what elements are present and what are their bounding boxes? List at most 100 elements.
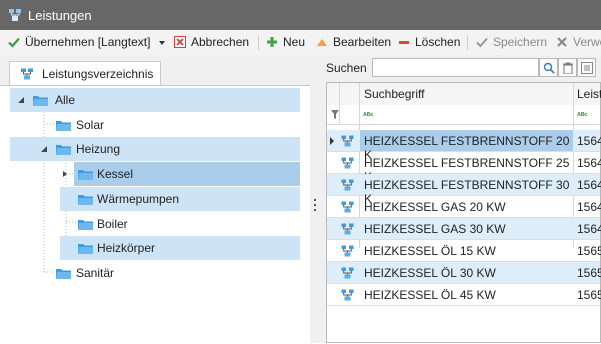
abbrechen-button[interactable]: Abbrechen (174, 30, 254, 55)
tree-node-kessel-container: Kessel (60, 162, 300, 186)
dropdown-arrow-icon[interactable] (158, 40, 166, 46)
clear-search-button[interactable] (558, 58, 577, 77)
column-header-suchbegriff[interactable]: Suchbegriff (364, 87, 425, 101)
trash-icon (563, 62, 573, 74)
expanded-arrow-icon[interactable] (17, 96, 25, 104)
table-row[interactable]: HEIZKESSEL FESTBRENNSTOFF 30 K 15647 (327, 174, 601, 206)
folder-icon (78, 220, 93, 230)
plus-icon (267, 37, 277, 47)
cell-text: HEIZKESSEL ÖL 30 KW (364, 266, 496, 280)
tree-label: Kessel (97, 167, 134, 181)
cell-leistung: 15648 (574, 196, 601, 217)
service-item-icon (341, 135, 354, 147)
tree-label: Boiler (97, 217, 128, 231)
cell-text: HEIZKESSEL GAS 30 KW (364, 222, 506, 236)
cell-text: 15645 (577, 134, 601, 148)
loeschen-button[interactable]: Löschen (398, 30, 462, 55)
verwerfen-button[interactable]: Verwe (556, 30, 601, 55)
folder-icon (56, 145, 71, 155)
service-item-icon (341, 289, 354, 301)
tab-label: Leistungsverzeichnis (42, 67, 154, 81)
tree-node-heizung[interactable]: Heizung (10, 137, 300, 161)
tree-label: Wärmepumpen (97, 192, 180, 206)
edit-triangle-icon (317, 39, 327, 46)
results-grid: Suchbegriff Leistu ᴬᴮᶜ ᴬᴮᶜ HEIZKESSEL FE… (326, 82, 601, 343)
text-filter-icon[interactable]: ᴬᴮᶜ (577, 111, 588, 120)
minus-icon (399, 41, 409, 44)
cell-leistung: 15654 (574, 262, 601, 283)
cell-text: 15646 (577, 156, 601, 170)
tree-node-solar[interactable]: Solar (10, 113, 300, 137)
cell-text: HEIZKESSEL ÖL 45 KW (364, 288, 496, 302)
cell-text: 15648 (577, 200, 601, 214)
tree-node-kessel[interactable]: Kessel (74, 162, 300, 186)
cell-leistung: 15646 (574, 152, 601, 173)
cell-text: 15647 (577, 178, 601, 192)
cell-text: 15653 (577, 244, 601, 258)
panel-splitter[interactable] (310, 55, 320, 343)
expanded-arrow-icon[interactable] (40, 145, 48, 153)
text-filter-icon[interactable]: ᴬᴮᶜ (363, 111, 374, 120)
verwerfen-label: Verwe (573, 35, 601, 49)
search-input[interactable] (372, 58, 539, 77)
search-icon (543, 62, 555, 74)
search-button[interactable] (539, 58, 558, 77)
folder-icon (56, 269, 71, 279)
bearbeiten-button[interactable]: Bearbeiten (316, 30, 392, 55)
table-row[interactable]: HEIZKESSEL FESTBRENNSTOFF 20 K 15645 (327, 130, 601, 162)
close-icon (557, 37, 567, 47)
table-row[interactable]: HEIZKESSEL GAS 30 KW 15649 (327, 218, 601, 240)
tree-label: Heizkörper (97, 241, 156, 255)
tree-node-waermepumpen[interactable]: Wärmepumpen (60, 187, 300, 211)
column-divider (339, 83, 340, 124)
cell-leistung: 15645 (574, 130, 601, 151)
tree-label: Heizung (76, 142, 121, 156)
collapsed-arrow-icon[interactable] (61, 170, 69, 178)
toolbar-divider (467, 35, 468, 50)
tree-panel: Alle Solar Heizung Kessel Wärmepumpen Bo… (0, 85, 310, 344)
service-item-icon (341, 267, 354, 279)
tree-label: Sanitär (76, 266, 115, 280)
left-tab-strip: Leistungsverzeichnis (0, 55, 310, 87)
folder-icon (78, 170, 93, 180)
folder-icon (56, 121, 71, 131)
column-header-leistung[interactable]: Leistu (577, 87, 601, 101)
search-options-button[interactable] (577, 58, 596, 77)
cell-suchbegriff: HEIZKESSEL ÖL 15 KW (360, 240, 573, 261)
title-bar: Leistungen (0, 0, 601, 30)
cell-text: 15655 (577, 288, 601, 302)
cell-leistung: 15653 (574, 240, 601, 261)
service-item-icon (341, 245, 354, 257)
app-icon (9, 9, 21, 21)
tree-node-alle[interactable]: Alle (10, 88, 300, 112)
table-row[interactable]: HEIZKESSEL FESTBRENNSTOFF 25 K 15646 (327, 152, 601, 184)
cell-suchbegriff: HEIZKESSEL ÖL 30 KW (360, 262, 573, 283)
tree-node-boiler[interactable]: Boiler (60, 212, 300, 236)
cell-leistung: 15647 (574, 174, 601, 195)
service-item-icon (341, 223, 354, 235)
grip-dot (314, 209, 316, 211)
table-row[interactable]: HEIZKESSEL ÖL 45 KW 15655 (327, 284, 601, 306)
cell-leistung: 15655 (574, 284, 601, 305)
catalog-icon (21, 68, 33, 80)
abbrechen-label: Abbrechen (191, 35, 250, 49)
tree-node-sanitaer[interactable]: Sanitär (10, 261, 300, 285)
service-item-icon (341, 157, 354, 169)
cell-leistung: 15649 (574, 218, 601, 239)
uebernehmen-label: Übernehmen [Langtext] (25, 35, 151, 49)
tab-leistungsverzeichnis[interactable]: Leistungsverzeichnis (9, 61, 161, 87)
neu-button[interactable]: Neu (266, 30, 308, 55)
loeschen-label: Löschen (415, 35, 461, 49)
options-grid-icon (581, 62, 593, 74)
cell-suchbegriff: HEIZKESSEL GAS 20 KW (360, 196, 573, 217)
tree-node-heizkoerper[interactable]: Heizkörper (60, 236, 300, 260)
checkmark-icon (8, 37, 20, 48)
cancel-icon (174, 36, 186, 48)
table-row[interactable]: HEIZKESSEL GAS 20 KW 15648 (327, 196, 601, 218)
table-row[interactable]: HEIZKESSEL ÖL 30 KW 15654 (327, 262, 601, 284)
uebernehmen-button[interactable]: Übernehmen [Langtext] (8, 30, 158, 55)
filter-icon[interactable] (331, 110, 339, 119)
speichern-button[interactable]: Speichern (476, 30, 548, 55)
table-row[interactable]: HEIZKESSEL ÖL 15 KW 15653 (327, 240, 601, 262)
grid-header: Suchbegriff Leistu (327, 83, 601, 106)
